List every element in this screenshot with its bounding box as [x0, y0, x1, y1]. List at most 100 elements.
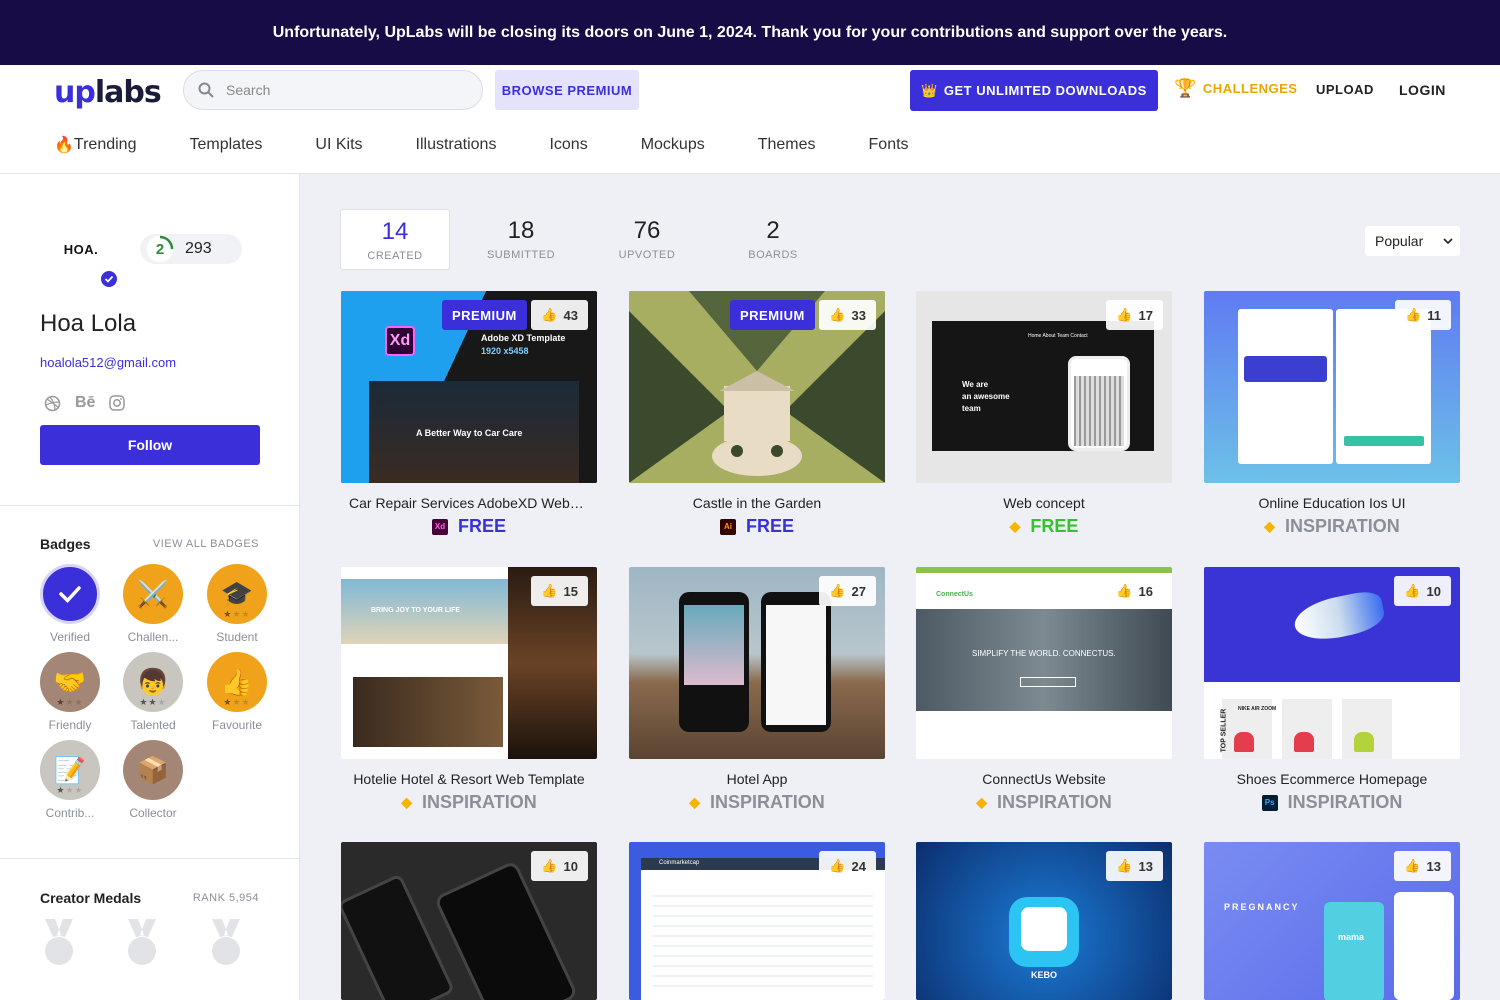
- sketch-icon: ◆: [1009, 518, 1021, 534]
- nav-trending-label: Trending: [73, 136, 137, 153]
- badge-student[interactable]: 🎓 ★★★ Student: [195, 564, 279, 644]
- shot-thumbnail[interactable]: ConnectUs SIMPLIFY THE WORLD. CONNECTUS.…: [916, 567, 1172, 759]
- shot-card[interactable]: Coinmarketcap 👍 24: [629, 842, 885, 1000]
- stat-submitted-tab[interactable]: 18 SUBMITTED: [466, 209, 576, 270]
- stat-label: CREATED: [367, 250, 423, 262]
- like-button[interactable]: 👍 27: [819, 576, 876, 606]
- shot-title[interactable]: Shoes Ecommerce Homepage: [1204, 771, 1460, 787]
- shot-price: ◆ INSPIRATION: [1204, 516, 1460, 537]
- upload-link[interactable]: UPLOAD: [1316, 82, 1374, 97]
- nav-icons[interactable]: Icons: [549, 135, 587, 155]
- uplabs-logo[interactable]: uplabs: [54, 75, 162, 110]
- price-label: FREE: [745, 516, 794, 536]
- handshake-icon: 🤝 ★★★: [40, 652, 100, 712]
- stat-boards-tab[interactable]: 2 BOARDS: [718, 209, 828, 270]
- like-button[interactable]: 👍 13: [1106, 851, 1163, 881]
- shot-thumbnail[interactable]: BRING JOY TO YOUR LIFE 👍 15: [341, 567, 597, 759]
- search-box[interactable]: [183, 70, 483, 110]
- get-unlimited-downloads-button[interactable]: 👑 GET UNLIMITED DOWNLOADS: [910, 70, 1158, 111]
- badge-challenger[interactable]: ⚔️ Challen...: [111, 564, 195, 644]
- like-button[interactable]: 👍 33: [819, 300, 876, 330]
- follow-button[interactable]: Follow: [40, 425, 260, 465]
- badge-friendly[interactable]: 🤝 ★★★ Friendly: [28, 652, 112, 732]
- like-count: 16: [1138, 583, 1153, 599]
- like-button[interactable]: 👍 10: [1394, 576, 1451, 606]
- avatar[interactable]: HOA.: [40, 229, 122, 269]
- shot-card[interactable]: BRING JOY TO YOUR LIFE 👍 15 Hotelie Hotel…: [341, 567, 597, 813]
- stat-upvoted-tab[interactable]: 76 UPVOTED: [592, 209, 702, 270]
- nav-illustrations[interactable]: Illustrations: [416, 135, 497, 155]
- nav-ui-kits[interactable]: UI Kits: [315, 135, 362, 155]
- thumbs-up-icon: 👍: [829, 307, 846, 322]
- shot-thumbnail[interactable]: 👍 11: [1204, 291, 1460, 483]
- shot-title[interactable]: Online Education Ios UI: [1204, 495, 1460, 511]
- shot-thumbnail[interactable]: KEBO 👍 13: [916, 842, 1172, 1000]
- login-link[interactable]: LOGIN: [1399, 82, 1446, 98]
- shot-card[interactable]: Home About Team Contact We are an awesome…: [916, 291, 1172, 537]
- shot-thumbnail[interactable]: 👍 27: [629, 567, 885, 759]
- dribbble-icon[interactable]: [44, 395, 61, 412]
- premium-tag: PREMIUM: [730, 300, 815, 330]
- view-all-badges-link[interactable]: VIEW ALL BADGES: [153, 538, 259, 550]
- badge-favourite[interactable]: 👍 ★★★ Favourite: [195, 652, 279, 732]
- stat-number: 2: [766, 217, 780, 244]
- shot-thumbnail[interactable]: PREMIUM 👍 33: [629, 291, 885, 483]
- nav-templates[interactable]: Templates: [189, 135, 262, 155]
- shot-card[interactable]: 👍 11 Online Education Ios UI ◆ INSPIRATIO…: [1204, 291, 1460, 537]
- nav-fonts[interactable]: Fonts: [869, 135, 909, 155]
- shot-card[interactable]: 👍 27 Hotel App ◆ INSPIRATION: [629, 567, 885, 813]
- shot-card[interactable]: Xd Adobe XD Template 1920 x5458 A Better…: [341, 291, 597, 537]
- sort-dropdown[interactable]: Popular: [1365, 226, 1460, 256]
- shot-card[interactable]: 👍 10: [341, 842, 597, 1000]
- shot-price: Xd FREE: [341, 516, 597, 537]
- thumbs-up-icon: 👍: [1404, 858, 1421, 873]
- like-count: 15: [563, 583, 578, 599]
- badges-title: Badges: [40, 536, 91, 552]
- like-button[interactable]: 👍 43: [531, 300, 588, 330]
- nav-trending[interactable]: 🔥 Trending: [54, 135, 136, 155]
- stat-created-tab[interactable]: 14 CREATED: [340, 209, 450, 270]
- shot-thumbnail[interactable]: Xd Adobe XD Template 1920 x5458 A Better…: [341, 291, 597, 483]
- shot-card[interactable]: NIKE AIR ZOOM TOP SELLER 👍 10 Shoes Ecomm…: [1204, 567, 1460, 813]
- shot-card[interactable]: KEBO 👍 13: [916, 842, 1172, 1000]
- shot-title[interactable]: Hotelie Hotel & Resort Web Template: [341, 771, 597, 787]
- search-input[interactable]: [226, 82, 456, 98]
- shot-title[interactable]: Castle in the Garden: [629, 495, 885, 511]
- like-button[interactable]: 👍 15: [531, 576, 588, 606]
- like-button[interactable]: 👍 16: [1106, 576, 1163, 606]
- user-email[interactable]: hoalola512@gmail.com: [40, 355, 176, 370]
- behance-icon[interactable]: Bē: [75, 394, 95, 412]
- profile-sidebar: HOA. 2 293 Hoa Lola hoalola512@gmail.com…: [0, 174, 300, 1000]
- nav-themes[interactable]: Themes: [758, 135, 816, 155]
- like-count: 10: [1426, 583, 1441, 599]
- like-button[interactable]: 👍 24: [819, 851, 876, 881]
- shot-title[interactable]: ConnectUs Website: [916, 771, 1172, 787]
- like-button[interactable]: 👍 17: [1106, 300, 1163, 330]
- logo-labs: labs: [94, 75, 162, 110]
- like-button[interactable]: 👍 10: [531, 851, 588, 881]
- shot-card[interactable]: PREMIUM 👍 33 Castle in the Garden Ai FREE: [629, 291, 885, 537]
- shot-thumbnail[interactable]: PREGNANCY mama 👍 13: [1204, 842, 1460, 1000]
- shot-title[interactable]: Hotel App: [629, 771, 885, 787]
- badge-collector[interactable]: 📦 Collector: [111, 740, 195, 820]
- badge-verified[interactable]: Verified: [28, 564, 112, 644]
- banner-text: Unfortunately, UpLabs will be closing it…: [272, 23, 1228, 41]
- shot-title[interactable]: Web concept: [916, 495, 1172, 511]
- thumbs-up-icon: 👍: [541, 307, 558, 322]
- badge-talented[interactable]: 👦 ★★★ Talented: [111, 652, 195, 732]
- like-button[interactable]: 👍 13: [1394, 851, 1451, 881]
- shot-title[interactable]: Car Repair Services AdobeXD Websi...: [341, 495, 597, 511]
- like-button[interactable]: 👍 11: [1395, 300, 1451, 330]
- shot-thumbnail[interactable]: NIKE AIR ZOOM TOP SELLER 👍 10: [1204, 567, 1460, 759]
- shot-card[interactable]: ConnectUs SIMPLIFY THE WORLD. CONNECTUS.…: [916, 567, 1172, 813]
- nav-mockups[interactable]: Mockups: [641, 135, 705, 155]
- badge-contributor[interactable]: 📝 ★★★ Contrib...: [28, 740, 112, 820]
- browse-premium-button[interactable]: BROWSE PREMIUM: [495, 70, 639, 110]
- shot-thumbnail[interactable]: Home About Team Contact We are an awesome…: [916, 291, 1172, 483]
- challenges-link[interactable]: 🏆 CHALLENGES: [1174, 78, 1297, 99]
- shot-card[interactable]: PREGNANCY mama 👍 13: [1204, 842, 1460, 1000]
- shot-thumbnail[interactable]: Coinmarketcap 👍 24: [629, 842, 885, 1000]
- instagram-icon[interactable]: [109, 395, 126, 411]
- stat-label: BOARDS: [748, 249, 798, 261]
- shot-thumbnail[interactable]: 👍 10: [341, 842, 597, 1000]
